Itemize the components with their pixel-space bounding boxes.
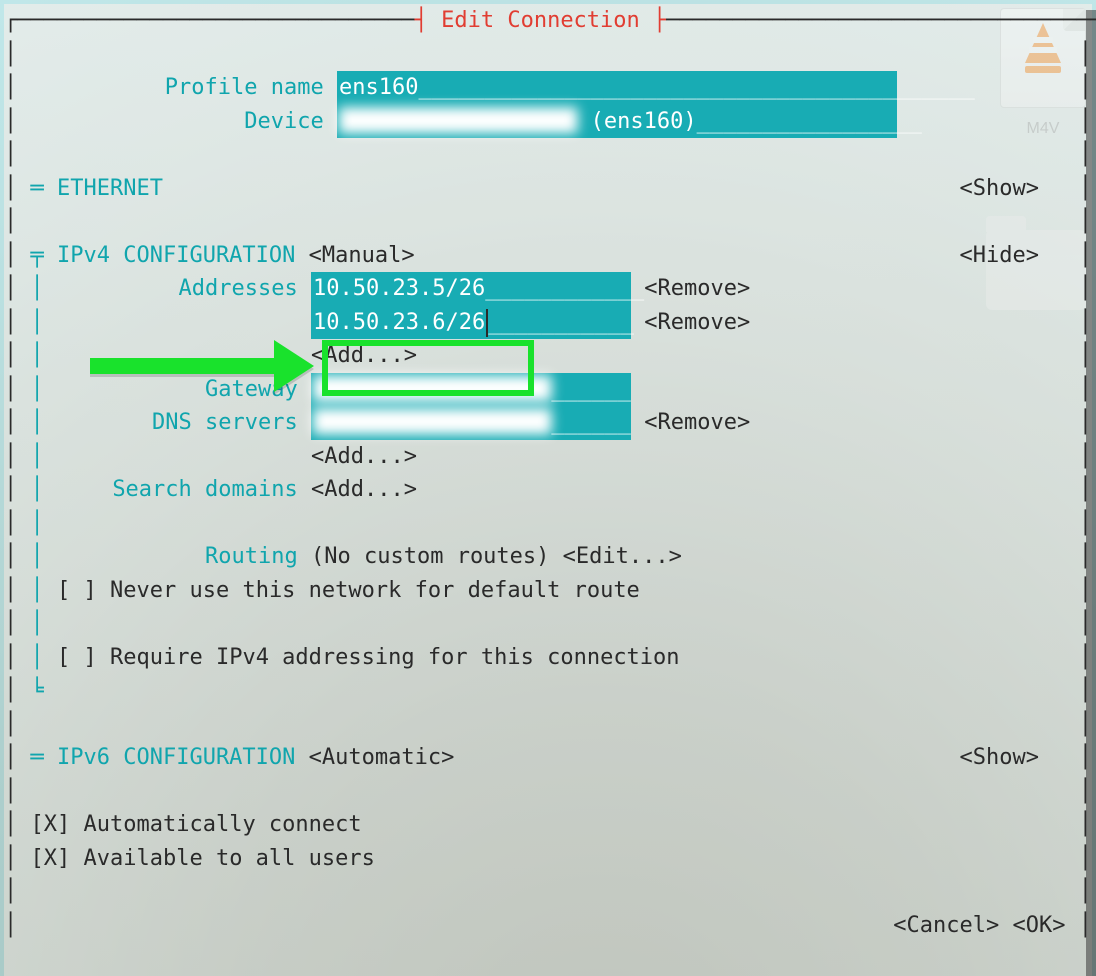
dialog-title-right-glyph: ├ — [640, 4, 667, 38]
require-ipv4-label: Require IPv4 addressing for this connect… — [110, 641, 680, 675]
never-default-label: Never use this network for default route — [110, 574, 640, 608]
routing-label: Routing — [44, 540, 298, 574]
ethernet-show-button[interactable]: <Show> — [960, 172, 1039, 206]
search-domains-label: Search domains — [44, 473, 298, 507]
auto-connect-label: Automatically connect — [84, 808, 362, 842]
dns-remove-0[interactable]: <Remove> — [644, 406, 750, 440]
annotation-highlight-box — [322, 340, 534, 396]
edit-connection-dialog: ┌──────────────────────────────┤ Edit Co… — [4, 4, 1092, 976]
ipv6-section-label: IPv6 CONFIGURATION — [57, 741, 295, 775]
gateway-label: Gateway — [44, 373, 298, 407]
ipv4-hide-button[interactable]: <Hide> — [960, 239, 1039, 273]
search-domains-add-button[interactable]: <Add...> — [311, 473, 417, 507]
ipv6-mode-select[interactable]: <Automatic> — [309, 741, 455, 775]
dns-input-0[interactable]: ██████████████████______ — [311, 406, 631, 440]
addresses-label: Addresses — [44, 272, 298, 306]
border-corner: ┌ — [4, 4, 17, 38]
available-all-label: Available to all users — [84, 842, 375, 876]
profile-name-input[interactable]: ens160__________________________________… — [337, 71, 897, 105]
ok-button[interactable]: <OK> — [1013, 909, 1066, 943]
ipv4-mode-select[interactable]: <Manual> — [309, 239, 415, 273]
dns-label: DNS servers — [44, 406, 298, 440]
ipv4-section-label: IPv4 CONFIGURATION — [57, 239, 295, 273]
profile-name-label: Profile name — [44, 71, 324, 105]
dialog-title: Edit Connection — [441, 4, 640, 38]
device-label: Device — [44, 105, 324, 139]
cancel-button[interactable]: <Cancel> — [893, 909, 999, 943]
device-input[interactable]: ██████████████████ (ens160)_____________… — [337, 105, 897, 139]
available-all-checkbox[interactable]: [X] — [31, 842, 71, 876]
ipv6-collapse-glyph[interactable]: ═ — [31, 741, 44, 775]
address-input-1[interactable]: 10.50.23.6/26___________ — [311, 306, 631, 340]
address-remove-1[interactable]: <Remove> — [644, 306, 750, 340]
routing-edit-button[interactable]: <Edit...> — [563, 540, 682, 574]
address-remove-0[interactable]: <Remove> — [644, 272, 750, 306]
ethernet-collapse-glyph[interactable]: ═ — [31, 172, 44, 206]
never-default-checkbox[interactable]: [ ] — [57, 574, 97, 608]
routing-value: (No custom routes) — [311, 540, 549, 574]
ipv4-section-corner: ╘ — [31, 674, 44, 708]
auto-connect-checkbox[interactable]: [X] — [31, 808, 71, 842]
dns-add-button[interactable]: <Add...> — [311, 440, 417, 474]
dialog-title-left-glyph: ┤ — [415, 4, 442, 38]
ipv4-collapse-glyph[interactable]: ╤ — [31, 239, 44, 273]
ethernet-section-label: ETHERNET — [57, 172, 163, 206]
ipv6-show-button[interactable]: <Show> — [960, 741, 1039, 775]
address-input-0[interactable]: 10.50.23.5/26____________ — [311, 272, 631, 306]
require-ipv4-checkbox[interactable]: [ ] — [57, 641, 97, 675]
